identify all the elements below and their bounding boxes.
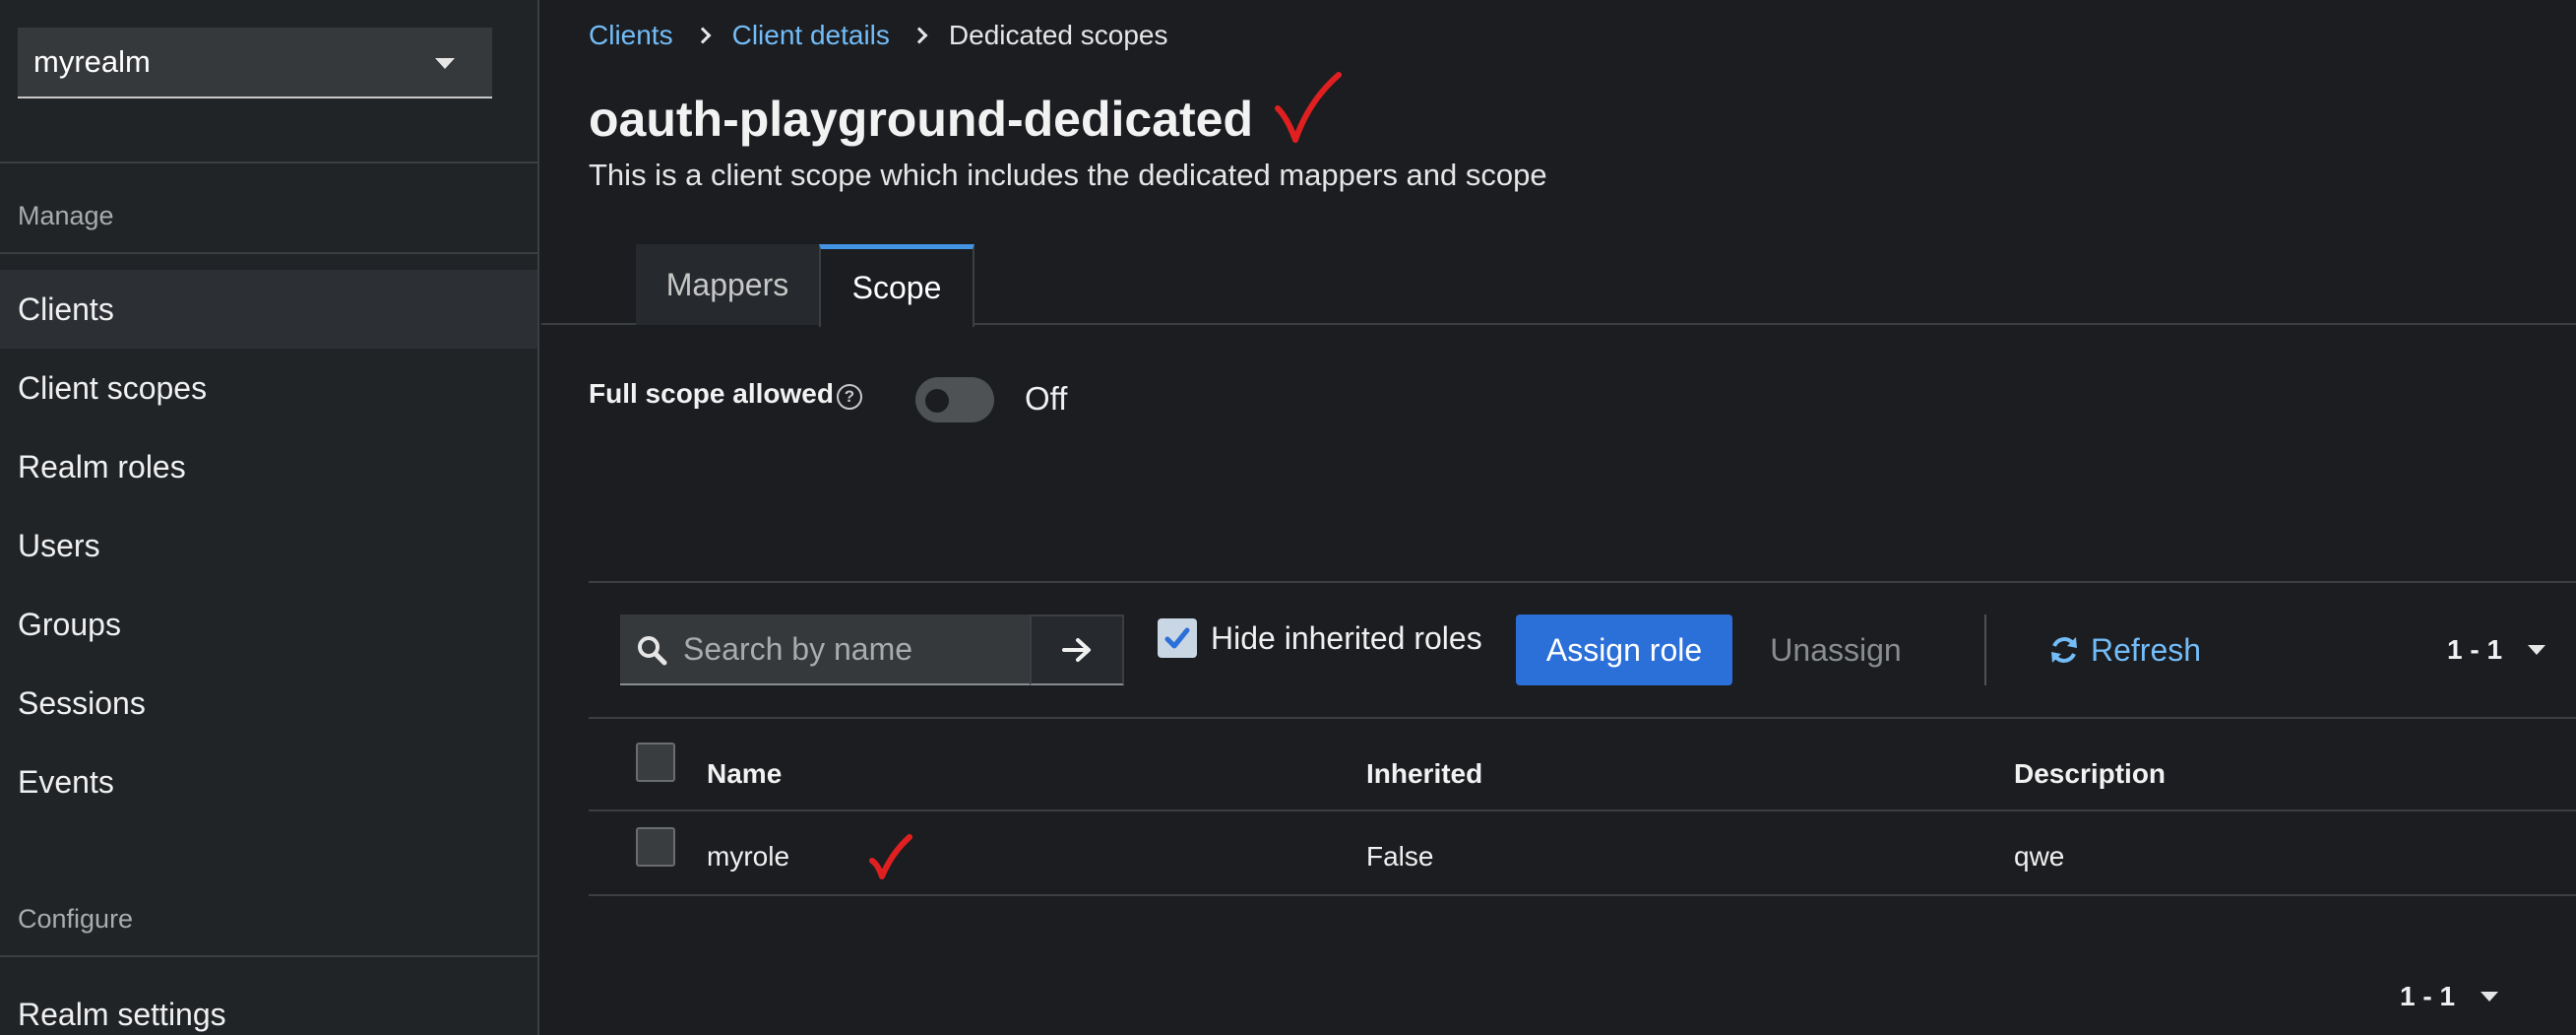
sidebar-item-groups[interactable]: Groups: [0, 585, 537, 664]
sidebar-item-label: Events: [18, 763, 114, 800]
row-checkbox[interactable]: [636, 827, 675, 867]
tab-label: Mappers: [665, 266, 789, 302]
chevron-right-icon: [694, 27, 712, 44]
sidebar-item-realm-settings[interactable]: Realm settings: [0, 975, 537, 1035]
breadcrumb: Clients Client details Dedicated scopes: [589, 20, 1167, 51]
question-circle-icon[interactable]: ?: [837, 384, 862, 410]
sidebar-item-sessions[interactable]: Sessions: [0, 664, 537, 743]
sidebar-item-events[interactable]: Events: [0, 743, 537, 821]
chevron-right-icon: [911, 27, 928, 44]
sidebar-item-realm-roles[interactable]: Realm roles: [0, 427, 537, 506]
breadcrumb-client-details-link[interactable]: Client details: [732, 20, 890, 51]
sidebar-section-manage: Manage: [18, 201, 114, 230]
caret-down-icon: [2481, 992, 2499, 1002]
hide-inherited-label[interactable]: Hide inherited roles: [1211, 620, 1482, 657]
sidebar-section-configure: Configure: [18, 904, 134, 934]
footer-pagination-toggle[interactable]: 1 - 1: [2400, 981, 2499, 1012]
table-header-border: [589, 809, 2576, 811]
tab-label: Scope: [851, 270, 942, 305]
refresh-icon: [2051, 637, 2077, 663]
sidebar-item-label: Groups: [18, 606, 121, 642]
tab-mappers[interactable]: Mappers: [636, 244, 819, 325]
table-row-border: [589, 894, 2576, 896]
refresh-button[interactable]: Refresh: [2047, 615, 2201, 685]
sidebar-item-label: Realm roles: [18, 448, 186, 485]
sidebar-divider: [0, 955, 539, 957]
sidebar-item-client-scopes[interactable]: Client scopes: [0, 349, 537, 427]
select-all-checkbox[interactable]: [636, 743, 675, 782]
sidebar-item-clients[interactable]: Clients: [0, 270, 537, 349]
toolbar-separator: [1984, 615, 1986, 685]
annotation-checkmark-icon: [1275, 72, 1342, 143]
sidebar-item-label: Clients: [18, 291, 114, 327]
tab-scope[interactable]: Scope: [819, 244, 974, 327]
realm-selector[interactable]: myrealm: [18, 28, 492, 98]
sidebar-item-label: Client scopes: [18, 369, 208, 406]
table-cell-description: qwe: [2014, 841, 2065, 872]
search-submit-button[interactable]: [1030, 615, 1124, 685]
main-content: Clients Client details Dedicated scopes …: [541, 0, 2576, 1035]
sidebar-item-users[interactable]: Users: [0, 506, 537, 585]
pagination-label: 1 - 1: [2400, 981, 2456, 1011]
app-window: myrealm Manage Clients Client scopes Rea…: [0, 0, 2576, 1035]
toggle-knob: [925, 389, 949, 413]
sidebar-item-label: Realm settings: [18, 996, 226, 1032]
sidebar: myrealm Manage Clients Client scopes Rea…: [0, 0, 539, 1035]
caret-down-icon: [2528, 645, 2546, 655]
sidebar-item-label: Users: [18, 527, 100, 563]
table-cell-name: myrole: [707, 841, 790, 872]
table-top-border: [589, 717, 2576, 719]
sidebar-divider: [0, 252, 539, 254]
annotation-checkmark-icon: [869, 834, 912, 879]
breadcrumb-clients-link[interactable]: Clients: [589, 20, 673, 51]
check-icon: [1164, 627, 1190, 649]
full-scope-state: Off: [1025, 380, 1068, 417]
full-scope-toggle[interactable]: [915, 377, 994, 422]
realm-selector-label: myrealm: [33, 44, 151, 79]
assign-role-button[interactable]: Assign role: [1516, 615, 1732, 685]
pagination-label: 1 - 1: [2447, 634, 2503, 665]
toolbar-divider: [589, 581, 2576, 583]
sidebar-item-label: Sessions: [18, 684, 146, 721]
pagination-toggle[interactable]: 1 - 1: [2447, 634, 2546, 666]
tabs-bar: Mappers Scope: [541, 244, 2576, 327]
sidebar-divider: [0, 162, 539, 163]
table-cell-inherited: False: [1366, 841, 1434, 872]
caret-down-icon: [435, 58, 455, 69]
page-subtitle: This is a client scope which includes th…: [589, 158, 1547, 192]
arrow-right-icon: [1062, 638, 1091, 662]
column-header-inherited: Inherited: [1366, 758, 1483, 789]
full-scope-label: Full scope allowed: [589, 378, 834, 409]
hide-inherited-checkbox[interactable]: [1158, 618, 1197, 658]
breadcrumb-current: Dedicated scopes: [948, 20, 1168, 50]
search-icon: [638, 636, 667, 666]
refresh-label: Refresh: [2091, 631, 2202, 668]
unassign-button[interactable]: Unassign: [1752, 615, 1919, 685]
column-header-description: Description: [2014, 758, 2167, 789]
column-header-name[interactable]: Name: [707, 758, 782, 790]
search-placeholder: Search by name: [683, 630, 913, 667]
page-title: oauth-playground-dedicated: [589, 92, 1253, 147]
search-input[interactable]: Search by name: [620, 615, 1030, 685]
